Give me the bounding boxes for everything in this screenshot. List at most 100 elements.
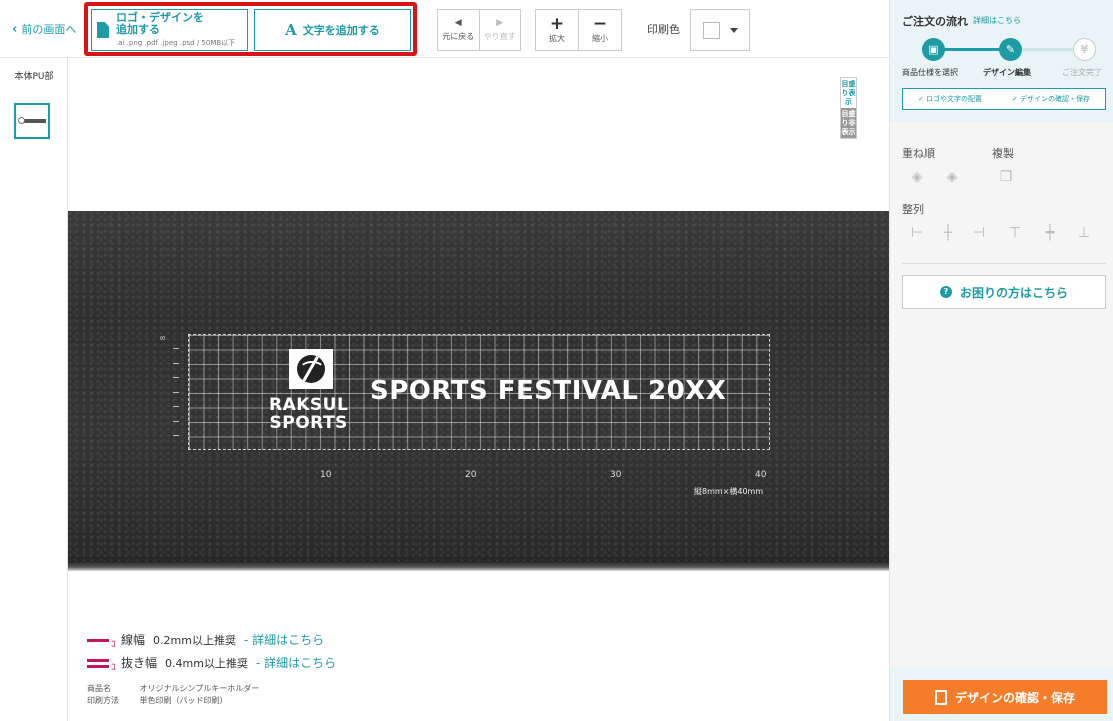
pencil-icon: ✎: [999, 38, 1022, 61]
line-width-label: 線幅: [121, 633, 146, 647]
substep-box: ✓ ロゴや文字の配置 ✓ デザインの確認・保存: [902, 88, 1106, 110]
method-key: 印刷方法: [87, 696, 119, 705]
save-label: デザインの確認・保存: [954, 690, 1075, 705]
ruler-tick: [173, 392, 179, 393]
part-label: 本体PU部: [14, 72, 54, 82]
zoom-out-button[interactable]: − 縮小: [578, 10, 621, 50]
ruler-v-label: 8: [159, 335, 168, 341]
add-logo-label-2: 追加する: [116, 23, 160, 36]
ruler-label-30: 30: [610, 470, 622, 480]
align-left-icon[interactable]: ⊢: [908, 224, 926, 242]
substep-2: ✓ デザインの確認・保存: [1011, 95, 1091, 103]
print-color-select[interactable]: [690, 9, 750, 51]
headline-text[interactable]: SPORTS FESTIVAL 20XX: [370, 376, 726, 406]
ruler-tick: [173, 363, 179, 364]
order-label: 重ね順: [902, 147, 935, 160]
save-design-button[interactable]: デザインの確認・保存: [903, 680, 1107, 714]
size-note: 縦8mm×横40mm: [694, 487, 764, 496]
redo-icon: ▶: [496, 18, 504, 28]
ruler-label-40: 40: [755, 470, 767, 480]
redo-button[interactable]: ▶ やり直す: [478, 10, 521, 50]
panel-divider: [902, 263, 1106, 264]
logo-text[interactable]: RAKSUL SPORTS: [269, 396, 348, 432]
top-toolbar: ‹ 前の画面へ ロゴ・デザインを 追加する .ai .png .pdf .jpe…: [0, 0, 889, 58]
vertical-ruler: 8: [159, 334, 181, 450]
method-value: 単色印刷（パッド印刷）: [139, 696, 228, 705]
ring-shape: [18, 117, 25, 124]
help-label: お困りの方はこちら: [959, 285, 1068, 300]
undo-label: 元に戻る: [442, 32, 475, 41]
method-row: 印刷方法 単色印刷（パッド印刷）: [87, 695, 228, 706]
add-logo-button[interactable]: ロゴ・デザインを 追加する .ai .png .pdf .jpeg .psd /…: [91, 9, 248, 51]
add-logo-formats: .ai .png .pdf .jpeg .psd / 50MB以下: [116, 39, 236, 47]
chevron-left-icon: ‹: [12, 21, 18, 37]
strap-shape: [22, 119, 46, 123]
grid-off-button[interactable]: 目盛り非表示: [841, 108, 856, 138]
zoom-in-label: 拡大: [549, 34, 565, 43]
ball-icon: [297, 355, 325, 383]
align-bottom-icon[interactable]: ⊥: [1075, 224, 1093, 242]
redo-label: やり直す: [483, 32, 516, 41]
align-middle-icon[interactable]: ┿: [1041, 224, 1059, 242]
back-label: 前の画面へ: [21, 23, 77, 36]
strap-edge: [68, 561, 889, 571]
part-thumbnail[interactable]: [14, 103, 50, 139]
yen-icon: ¥: [1073, 38, 1096, 61]
zoom-in-button[interactable]: + 拡大: [536, 10, 578, 50]
ruler-tick: [173, 421, 179, 422]
ruler-tick: [173, 435, 179, 436]
flow-detail-link[interactable]: 詳細はこちら: [973, 15, 1021, 26]
add-text-label: 文字を追加する: [302, 24, 380, 37]
grid-toggle[interactable]: 目盛り表示 目盛り非表示: [840, 77, 857, 139]
step-label-1: 商品仕様を選択: [902, 68, 958, 77]
logo-line-2: SPORTS: [269, 413, 348, 433]
align-top-icon[interactable]: ⊤: [1006, 224, 1024, 242]
step-line-done: [934, 48, 1008, 51]
align-right-icon[interactable]: ⊣: [970, 224, 988, 242]
line-width-link[interactable]: - 詳細はこちら: [244, 631, 324, 648]
align-label: 整列: [902, 203, 924, 216]
minus-icon: −: [592, 14, 608, 34]
logo-line-1: RAKSUL: [269, 395, 349, 415]
gap-width-label: 抜き幅: [121, 656, 158, 670]
undo-button[interactable]: ◀ 元に戻る: [438, 10, 479, 50]
color-swatch: [702, 21, 720, 39]
zoom-group: + 拡大 − 縮小: [535, 9, 622, 51]
line-width-note: ｺ 線幅 0.2mm以上推奨 - 詳細はこちら: [87, 631, 324, 650]
gap-width-link[interactable]: - 詳細はこちら: [256, 654, 336, 671]
caret-down-icon: [729, 27, 738, 33]
logo-badge[interactable]: [289, 349, 333, 389]
duplicate-label: 複製: [992, 147, 1014, 160]
duplicate-icon[interactable]: ❐: [997, 168, 1015, 186]
part-panel: 本体PU部: [0, 58, 68, 721]
right-panel: ご注文の流れ 詳細はこちら ▣ ✎ ¥ 商品仕様を選択 デザイン編集 ご注文完了…: [889, 0, 1113, 721]
product-row: 商品名 オリジナルシンプルキーホルダー: [87, 683, 259, 694]
document-search-icon: [934, 689, 947, 705]
gap-width-icon: ｺ: [87, 657, 117, 673]
question-icon: ?: [939, 286, 952, 298]
line-width-icon: ｺ: [87, 634, 117, 650]
help-button[interactable]: ? お困りの方はこちら: [902, 275, 1106, 309]
align-center-icon[interactable]: ┼: [939, 224, 957, 242]
add-text-button[interactable]: A 文字を追加する: [254, 9, 411, 51]
grid-on-button[interactable]: 目盛り表示: [841, 78, 856, 108]
ruler-tick: [173, 406, 179, 407]
flow-title: ご注文の流れ: [902, 15, 968, 28]
ruler-tick: [173, 348, 179, 349]
undo-icon: ◀: [454, 18, 462, 28]
plus-icon: +: [549, 14, 565, 34]
back-link[interactable]: ‹ 前の画面へ: [12, 21, 76, 37]
substep-1: ✓ ロゴや文字の配置: [917, 95, 983, 103]
step-label-2: デザイン編集: [983, 68, 1031, 77]
ruler-label-20: 20: [465, 470, 477, 480]
zoom-out-label: 縮小: [592, 34, 608, 43]
bottom-bar: デザインの確認・保存: [890, 668, 1113, 721]
gap-width-value: 0.4mm以上推奨: [165, 656, 248, 670]
line-width-value: 0.2mm以上推奨: [153, 633, 236, 647]
gift-icon: ▣: [922, 38, 945, 61]
bring-forward-icon[interactable]: ◈: [908, 168, 926, 186]
design-canvas[interactable]: 目盛り表示 目盛り非表示 8 10 20 30 40 縦8mm×横40mm RA…: [68, 58, 889, 721]
history-group: ◀ 元に戻る ▶ やり直す: [437, 9, 521, 51]
send-backward-icon[interactable]: ◈: [943, 168, 961, 186]
ruler-tick: [173, 377, 179, 378]
